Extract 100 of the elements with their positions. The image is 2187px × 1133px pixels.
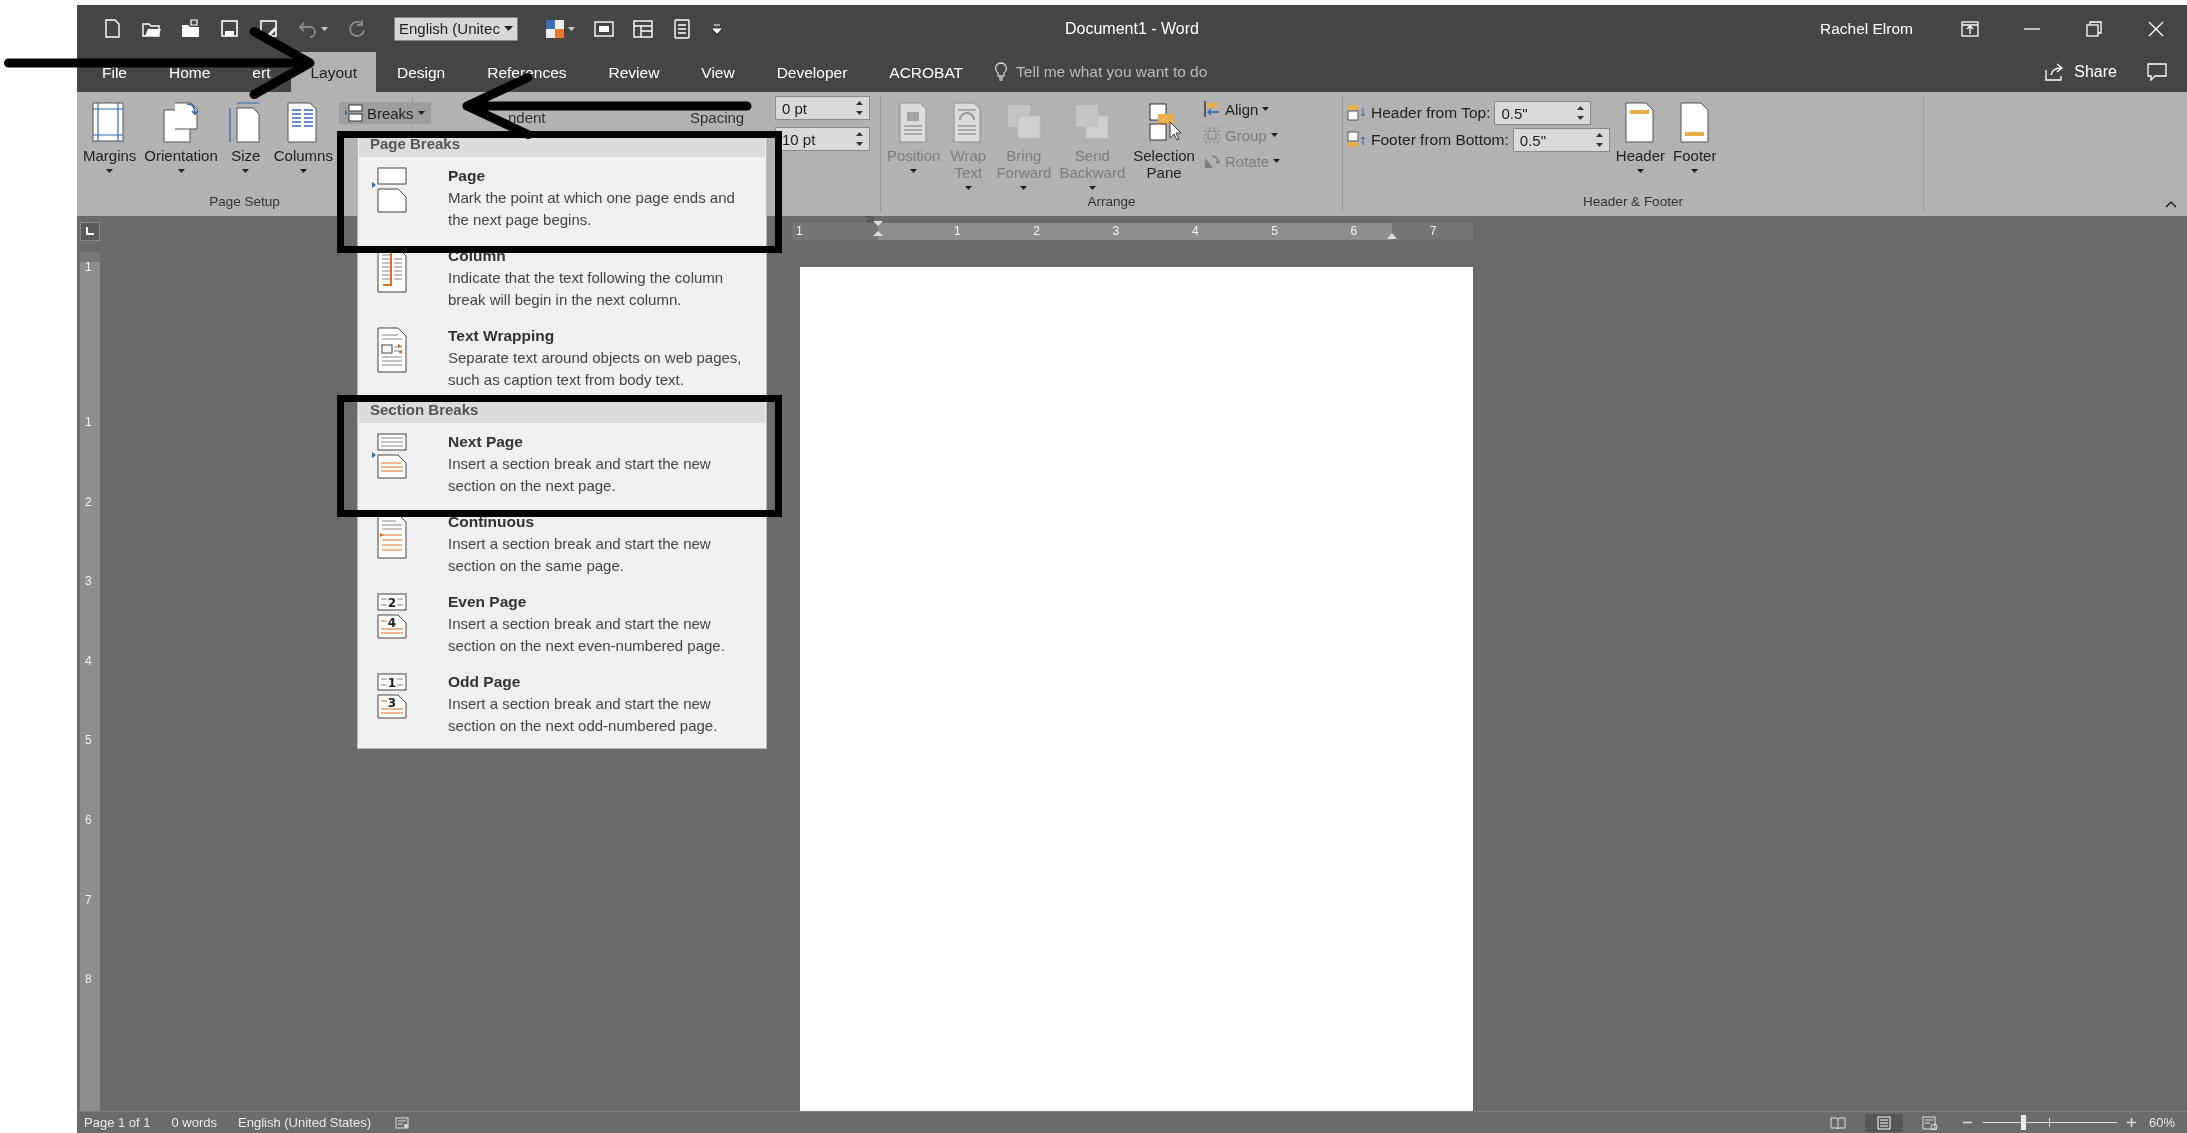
status-text[interactable]: English (United States) xyxy=(238,1115,371,1130)
ruler-number: 2 xyxy=(1033,222,1040,240)
ruler-number: 2 xyxy=(85,494,92,509)
ribbon-button[interactable]: Margins xyxy=(81,100,139,173)
ruler-number: 1 xyxy=(85,260,92,274)
menu-item-description: Separate text around objects on web pages, such as caption text from body text. xyxy=(448,348,743,390)
next-page-icon xyxy=(372,433,408,479)
status-text[interactable]: Page 1 of 1 xyxy=(84,1115,151,1130)
user-name[interactable]: Rachel Elrom xyxy=(1819,19,1913,38)
ruler-margin xyxy=(80,252,100,262)
field-label: Header from Top: xyxy=(1371,104,1491,122)
page-break-icon xyxy=(344,104,363,122)
caret-icon xyxy=(1270,133,1278,137)
menu-item-description: Insert a section break and start the new section on the next odd-numbered page. xyxy=(448,694,719,736)
collapse-ribbon-icon[interactable] xyxy=(2165,200,2177,208)
margin-field[interactable]: 0.5" xyxy=(1494,101,1592,125)
new-document-icon[interactable] xyxy=(103,16,123,41)
form-icon[interactable] xyxy=(671,16,692,41)
slider-thumb[interactable] xyxy=(2021,1115,2027,1130)
page-break-icon xyxy=(372,167,408,213)
ribbon-button[interactable]: Size xyxy=(223,100,268,173)
ribbon-tab[interactable]: Review xyxy=(608,62,660,82)
caret-icon xyxy=(321,26,328,31)
ruler-number: 1 xyxy=(796,222,803,240)
ruler-number: 6 xyxy=(1350,222,1358,240)
menu-item-title: Page xyxy=(448,166,487,186)
ribbon-tab[interactable]: Developer xyxy=(776,62,848,82)
indent-marker-icon xyxy=(1386,231,1398,240)
spacing-field[interactable]: 0 pt xyxy=(775,96,870,120)
group-label: Arrange xyxy=(1086,194,1137,211)
menu-item-description: Mark the point at which one page ends and the next page begins. xyxy=(448,188,736,230)
plus-icon xyxy=(2127,1118,2137,1127)
ruler-number: 7 xyxy=(1429,222,1437,240)
caret-icon xyxy=(177,169,185,173)
menu-item[interactable]: 1 3 Odd Page Insert a section break and start the new section on the next odd-numbered page. xyxy=(358,663,766,743)
ribbon-button[interactable]: Footer xyxy=(1671,100,1719,173)
spinner-icon xyxy=(856,101,863,115)
ribbon-button[interactable]: Align xyxy=(1202,100,1281,118)
caret-icon xyxy=(417,111,425,115)
margin-field[interactable]: 0.5" xyxy=(1512,128,1610,152)
group-label: Page Setup xyxy=(208,194,281,211)
print-layout-icon[interactable] xyxy=(1864,1113,1903,1132)
caret-icon xyxy=(242,169,250,173)
left-tab-icon xyxy=(85,226,95,236)
menu-item[interactable]: 2 4 Even Page Insert a section break and start the new section on the next even-numbered page. xyxy=(358,583,766,663)
status-text[interactable]: 0 words xyxy=(171,1115,218,1130)
menu-item[interactable]: Page Mark the point at which one page ends and the next page begins. xyxy=(358,157,766,237)
ribbon-tab[interactable]: References xyxy=(487,62,567,82)
ribbon-tab[interactable]: Home xyxy=(169,62,211,82)
group-label: Header & Footer xyxy=(1582,194,1684,211)
tell-me-field[interactable]: Tell me what you want to do xyxy=(1014,62,1249,82)
caret-icon xyxy=(567,26,575,31)
ribbon-button[interactable]: Header xyxy=(1613,100,1668,173)
caret-icon xyxy=(910,169,918,173)
group-icon xyxy=(1202,126,1221,144)
menu-item-title: Continuous xyxy=(448,512,536,532)
menu-item[interactable]: Next Page Insert a section break and start the new section on the next page. xyxy=(358,423,766,503)
caret-icon xyxy=(1636,169,1644,173)
menu-item-title: Next Page xyxy=(448,432,524,452)
menu-item-title: Odd Page xyxy=(448,672,522,692)
language-dropdown[interactable]: English (Unitec xyxy=(394,16,518,41)
caret-icon xyxy=(106,169,114,173)
zoom-in-button[interactable] xyxy=(2124,1115,2139,1130)
caret-icon xyxy=(1088,186,1096,190)
caret-icon xyxy=(1691,169,1699,173)
breaks-button[interactable]: Breaks xyxy=(338,102,431,124)
menu-item[interactable]: Continuous Insert a section break and start the new section on the same page. xyxy=(358,503,766,583)
caret-icon xyxy=(503,26,513,31)
menu-item-description: Insert a section break and start the new section on the next page. xyxy=(448,454,712,496)
ribbon-button[interactable]: Orientation xyxy=(142,100,220,173)
ribbon-tab[interactable]: ert xyxy=(252,62,271,82)
menu-item-description: Indicate that the text following the column break will begin in the next column. xyxy=(448,268,725,310)
lightbulb-icon xyxy=(994,62,1009,82)
ruler-number: 1 xyxy=(85,415,92,429)
ribbon-tab[interactable]: Design xyxy=(397,62,446,82)
share-button[interactable]: Share xyxy=(2045,52,2117,92)
footer-position-icon xyxy=(1347,131,1367,149)
menu-item[interactable]: Text Wrapping Separate text around objects on web pages, such as caption text from body text. xyxy=(358,317,766,397)
ribbon-button[interactable]: Columns xyxy=(271,100,335,173)
macro-record-icon[interactable] xyxy=(395,1116,409,1129)
ribbon-tab[interactable]: View xyxy=(701,62,735,82)
menu-item-title: Even Page xyxy=(448,592,528,612)
ribbon-tab[interactable]: File xyxy=(102,62,127,82)
tab-selector[interactable] xyxy=(80,221,100,241)
spacing-label: Spacing xyxy=(690,109,745,126)
ruler-number: 5 xyxy=(1271,222,1278,240)
caret-icon xyxy=(964,186,972,190)
spinner-icon xyxy=(856,132,863,146)
indent-marker-icon xyxy=(872,219,884,238)
spinner-icon xyxy=(1595,133,1603,147)
field-label: Footer from Bottom: xyxy=(1371,131,1509,149)
caret-icon xyxy=(1262,107,1270,111)
header-position-icon xyxy=(1347,104,1367,122)
ruler-number: 6 xyxy=(85,813,92,827)
ribbon-button[interactable]: Selection Pane xyxy=(1131,100,1197,181)
ribbon-tab[interactable]: ACROBAT xyxy=(889,62,964,82)
spacing-field[interactable]: 10 pt xyxy=(775,127,870,151)
window-title: Document1 - Word xyxy=(1065,19,1199,38)
zoom-level[interactable]: 60% xyxy=(2148,1115,2175,1130)
menu-item-description: Insert a section break and start the new section on the next even-numbered page. xyxy=(448,614,726,656)
